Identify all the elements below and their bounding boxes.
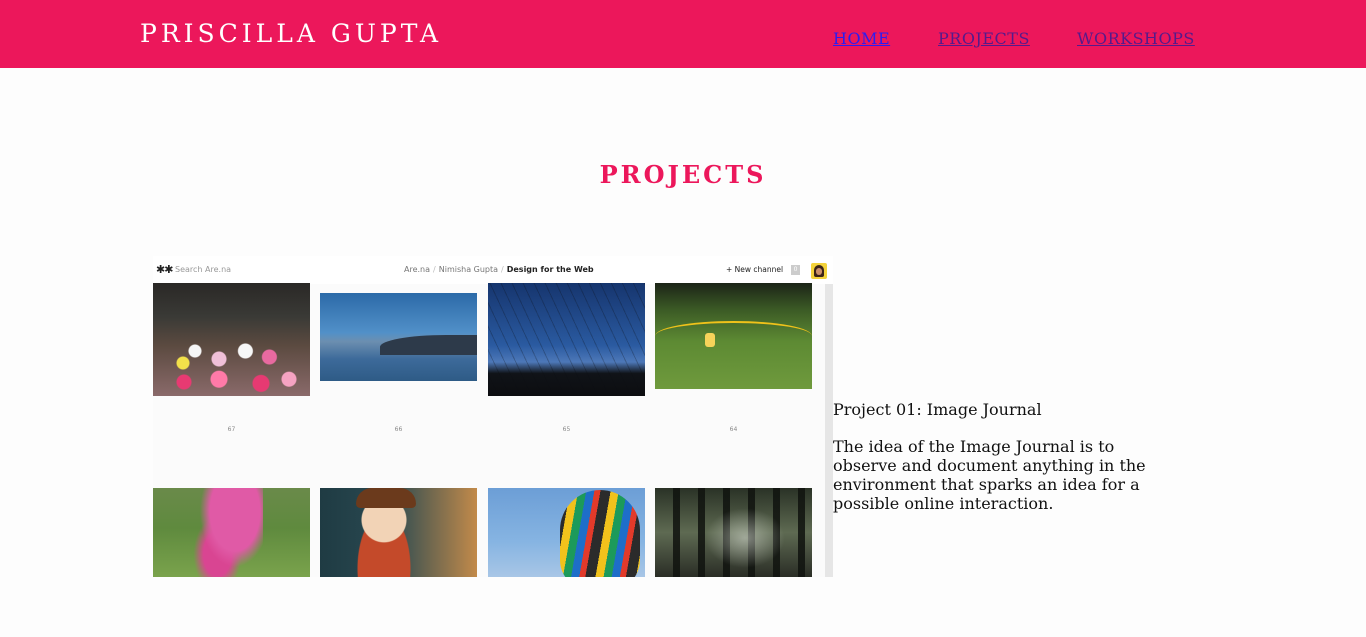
- hot-air-balloon-photo: [488, 488, 645, 577]
- project-screenshot[interactable]: ✱✱ Search Are.na Are.na / Nimisha Gupta / De…: [153, 256, 833, 577]
- block-number: 65: [562, 426, 571, 433]
- screenshot-breadcrumb: Are.na / Nimisha Gupta / Design for the Web: [404, 265, 594, 274]
- breadcrumb-user: Nimisha Gupta: [438, 265, 499, 274]
- nav-projects-link[interactable]: PROJECTS: [938, 29, 1030, 48]
- figurine-photo: [320, 488, 477, 577]
- site-brand[interactable]: PRISCILLA GUPTA: [140, 19, 442, 48]
- nav-home-link[interactable]: HOME: [833, 29, 890, 48]
- tree-silhouette-photo: [488, 283, 645, 396]
- block-number: 64: [729, 426, 738, 433]
- screenshot-new-channel: + New channel: [726, 265, 784, 274]
- screenshot-search-placeholder: Search Are.na: [175, 265, 232, 274]
- project-title: Project 01: Image Journal: [833, 400, 1042, 419]
- screenshot-topbar: ✱✱ Search Are.na Are.na / Nimisha Gupta / De…: [153, 256, 833, 284]
- page-title: PROJECTS: [599, 160, 767, 189]
- arena-logo-icon: ✱✱: [156, 263, 173, 276]
- breadcrumb-separator: /: [433, 265, 436, 274]
- flower-shop-photo: [153, 283, 310, 396]
- screenshot-badge: 0: [791, 265, 800, 275]
- breadcrumb-root: Are.na: [404, 265, 431, 274]
- project-description: The idea of the Image Journal is to obse…: [833, 437, 1146, 513]
- river-landscape-photo: [320, 293, 477, 381]
- site-header: PRISCILLA GUPTA HOME PROJECTS WORKSHOPS: [0, 0, 1366, 68]
- avatar-icon: [811, 263, 827, 279]
- pink-smoke-photo: [153, 488, 310, 577]
- breadcrumb-channel: Design for the Web: [506, 265, 594, 274]
- misty-forest-photo: [655, 488, 812, 577]
- block-number: 67: [227, 426, 236, 433]
- screenshot-scrollbar: [825, 284, 833, 577]
- block-number: 66: [394, 426, 403, 433]
- lantern-on-grass-photo: [655, 283, 812, 389]
- nav-workshops-link[interactable]: WORKSHOPS: [1077, 29, 1195, 48]
- breadcrumb-separator: /: [501, 265, 504, 274]
